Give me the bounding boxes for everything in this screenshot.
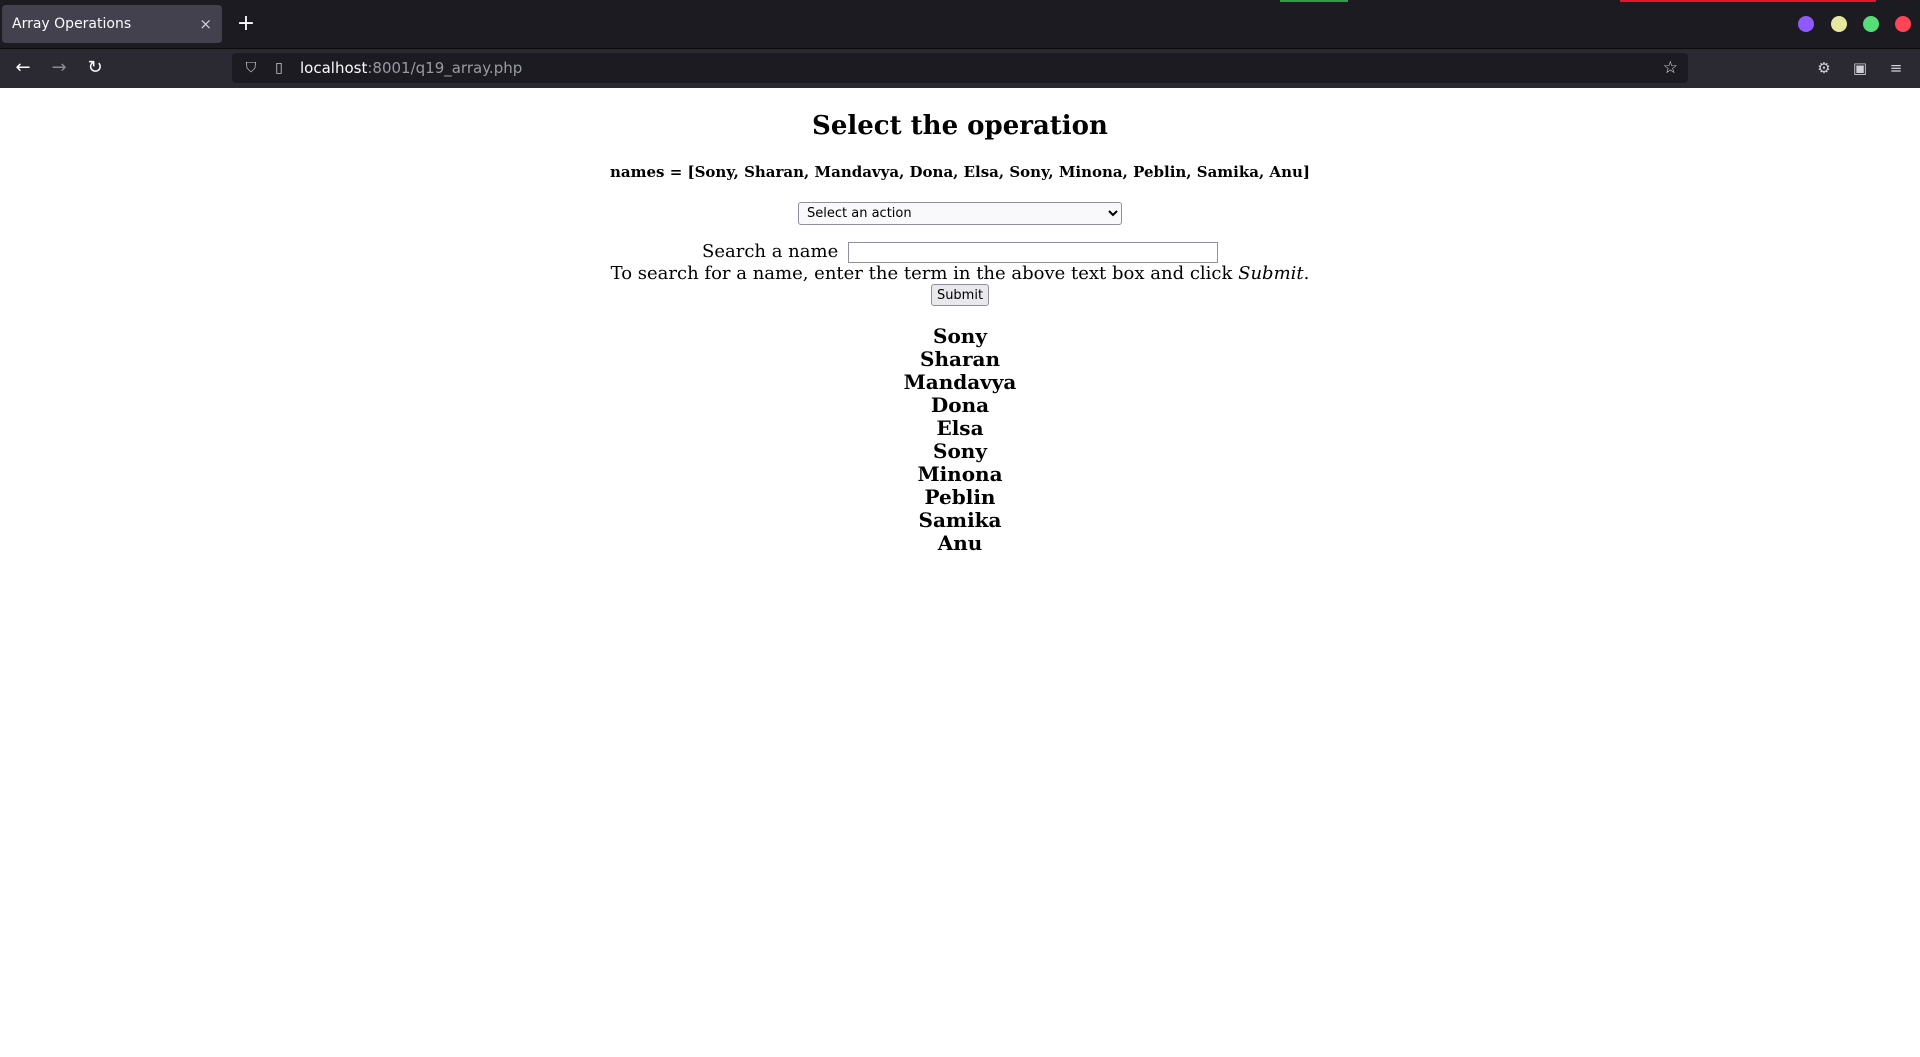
tab-close-icon[interactable]: × bbox=[199, 15, 212, 33]
list-item: Dona bbox=[930, 393, 990, 417]
search-label: Search a name bbox=[702, 241, 839, 262]
list-item: Sharan bbox=[920, 347, 1000, 371]
tab-array-operations[interactable]: Array Operations × bbox=[2, 5, 222, 43]
list-item: Mandavya bbox=[903, 370, 1017, 394]
hint-text: To search for a name, enter the term in … bbox=[610, 262, 1239, 284]
tab-indicator-red bbox=[1620, 0, 1876, 2]
list-item: Sony bbox=[933, 324, 987, 348]
search-hint: To search for a name, enter the term in … bbox=[0, 263, 1920, 284]
page-title: Select the operation bbox=[812, 111, 1108, 141]
menu-hamburger-icon[interactable]: ≡ bbox=[1886, 58, 1906, 78]
hint-submit-emphasis: Submit bbox=[1238, 262, 1304, 284]
shield-icon[interactable]: ⛉ bbox=[242, 59, 260, 77]
names-list: Sony Sharan Mandavya Dona Elsa Sony Mino… bbox=[0, 325, 1920, 555]
hint-period: . bbox=[1303, 262, 1310, 284]
list-item: Peblin bbox=[924, 485, 996, 509]
action-select[interactable]: Select an action bbox=[798, 202, 1122, 225]
array-display: names = [Sony, Sharan, Mandavya, Dona, E… bbox=[610, 163, 1310, 181]
nav-bar: ← → ↻ ⛉ ▯ localhost:8001/q19_array.php ☆… bbox=[0, 48, 1920, 88]
forward-arrow-icon[interactable]: → bbox=[48, 57, 70, 79]
browser-chrome: Array Operations × + ← → ↻ ⛉ ▯ localhost… bbox=[0, 0, 1920, 88]
close-window-button[interactable] bbox=[1895, 16, 1911, 32]
maximize-button[interactable] bbox=[1863, 16, 1879, 32]
list-item: Anu bbox=[937, 531, 983, 555]
minimize-button[interactable] bbox=[1831, 16, 1847, 32]
submit-button[interactable]: Submit bbox=[930, 284, 990, 306]
reload-icon[interactable]: ↻ bbox=[84, 57, 106, 79]
list-item: Samika bbox=[918, 508, 1002, 532]
submit-row: Submit bbox=[0, 284, 1920, 306]
url-host: localhost bbox=[300, 59, 368, 77]
search-input[interactable] bbox=[847, 241, 1218, 263]
list-item: Elsa bbox=[936, 416, 984, 440]
bookmark-star-icon[interactable]: ☆ bbox=[1663, 58, 1678, 78]
extension-icon[interactable]: ⚙ bbox=[1814, 58, 1834, 78]
address-bar[interactable]: ⛉ ▯ localhost:8001/q19_array.php ☆ bbox=[232, 53, 1688, 83]
back-arrow-icon[interactable]: ← bbox=[12, 57, 34, 79]
list-item: Sony bbox=[933, 439, 987, 463]
page-content: Select the operation names = [Sony, Shar… bbox=[0, 107, 1920, 555]
tab-bar: Array Operations × + bbox=[0, 0, 1920, 48]
action-select-row: Select an action bbox=[0, 202, 1920, 225]
page-icon[interactable]: ▯ bbox=[270, 59, 288, 77]
reader-view-icon[interactable]: ▣ bbox=[1850, 58, 1870, 78]
list-item: Minona bbox=[917, 462, 1003, 486]
search-row: Search a name bbox=[0, 241, 1920, 263]
private-mask-icon bbox=[1798, 16, 1814, 32]
new-tab-icon[interactable]: + bbox=[235, 10, 257, 38]
url-path: :8001/q19_array.php bbox=[367, 59, 523, 77]
tab-title: Array Operations bbox=[12, 16, 132, 32]
tab-indicator-green bbox=[1280, 0, 1348, 2]
